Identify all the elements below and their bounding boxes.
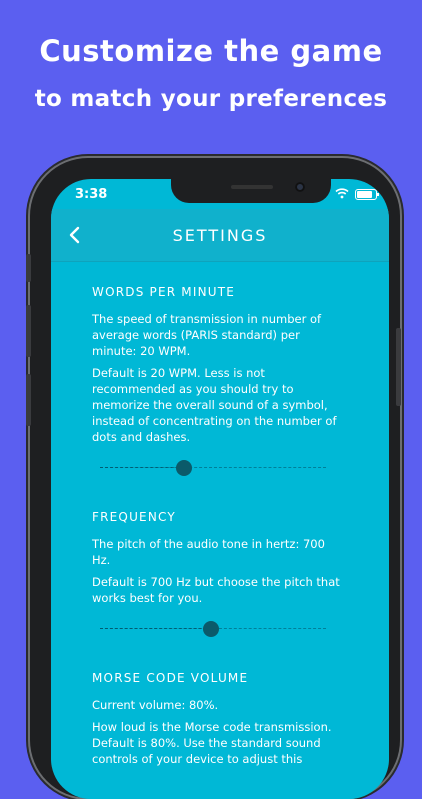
wpm-section: WORDS PER MINUTE The speed of transmissi… [92,284,342,479]
wpm-title: WORDS PER MINUTE [92,285,236,299]
wpm-slider-fill [100,467,184,468]
phone-volume-down-button [26,374,31,426]
frequency-slider[interactable] [100,618,326,640]
promo-subtitle: to match your preferences [34,86,388,112]
promo-title: Customize the game [39,34,383,68]
frequency-slider-thumb[interactable] [203,621,219,637]
page-title: SETTINGS [172,226,268,245]
volume-note: How loud is the Morse code transmission.… [92,720,332,766]
nav-bar: SETTINGS [51,209,389,262]
phone-power-button [396,328,401,406]
phone-volume-up-button [26,305,31,357]
wpm-slider[interactable] [100,457,326,479]
phone-screen: 3:38 SETTINGS WORDS PER MINUTE The speed… [51,179,389,799]
wpm-slider-thumb[interactable] [176,460,192,476]
wifi-icon [335,188,349,199]
frequency-description: The pitch of the audio tone in hertz: 70… [92,537,325,567]
battery-icon [355,189,379,200]
wpm-note: Default is 20 WPM. Less is not recommend… [92,366,337,444]
notch [171,179,331,203]
volume-title: MORSE CODE VOLUME [92,671,249,685]
volume-description: Current volume: 80%. [92,698,219,712]
frequency-section: FREQUENCY The pitch of the audio tone in… [92,509,342,640]
frequency-title: FREQUENCY [92,510,176,524]
frequency-note: Default is 700 Hz but choose the pitch t… [92,575,340,605]
volume-section: MORSE CODE VOLUME Current volume: 80%. H… [92,670,342,767]
phone-side-button [26,254,31,282]
front-camera [295,182,305,192]
wpm-description: The speed of transmission in number of a… [92,312,322,358]
speaker-grille [231,185,273,189]
settings-list: WORDS PER MINUTE The speed of transmissi… [92,284,342,773]
frequency-slider-fill [100,628,211,629]
status-time: 3:38 [75,187,108,202]
